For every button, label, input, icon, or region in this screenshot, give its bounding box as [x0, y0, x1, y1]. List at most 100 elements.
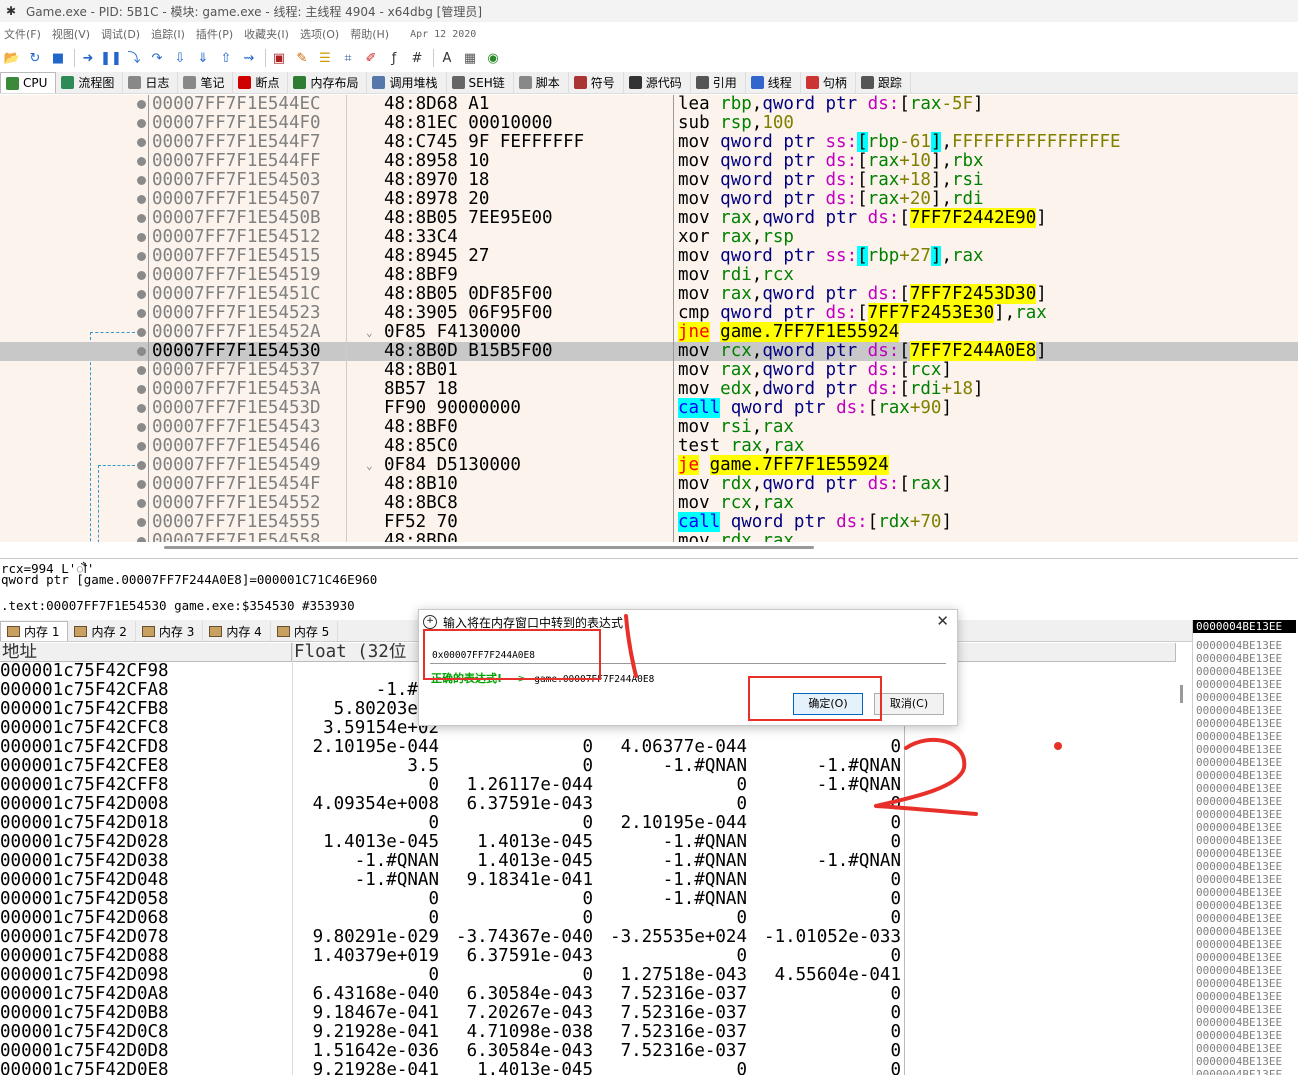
dump-row[interactable]: 000001c75F42D0B8 9.18467e-041 7.20267e-043…	[0, 1004, 1190, 1023]
tab-9[interactable]: 符号	[569, 72, 624, 93]
disasm-row[interactable]: 00007FF7F1E54512 48:33C4 xor rax,rsp	[0, 228, 1298, 247]
stack-row[interactable]: 0000004BE13EE	[1196, 951, 1298, 964]
dump-row[interactable]: 000001c75F42D0E8 9.21928e-041 1.4013e-045 0…	[0, 1061, 1190, 1075]
dump-row[interactable]: 000001c75F42D058 0 0 -1.#QNAN 0	[0, 890, 1190, 909]
stack-row[interactable]: 0000004BE13EE	[1196, 717, 1298, 730]
tab-10[interactable]: 源代码	[624, 72, 691, 93]
breakpoint-icon[interactable]: ▣	[269, 48, 289, 68]
stack-row[interactable]: 0000004BE13EE	[1196, 1042, 1298, 1055]
function-icon[interactable]: ƒ	[384, 48, 404, 68]
stack-row[interactable]: 0000004BE13EE	[1196, 834, 1298, 847]
breakpoint-dot-icon[interactable]	[137, 442, 146, 451]
stack-row[interactable]: 0000004BE13EE	[1196, 730, 1298, 743]
breakpoint-dot-icon[interactable]	[137, 309, 146, 318]
trace-into-icon[interactable]: ⇩	[170, 48, 190, 68]
breakpoint-dot-icon[interactable]	[137, 157, 146, 166]
bookmark-icon[interactable]: ✐	[361, 48, 381, 68]
stack-row[interactable]: 0000004BE13EE	[1196, 808, 1298, 821]
breakpoint-dot-icon[interactable]	[137, 385, 146, 394]
disasm-row[interactable]: 00007FF7F1E54552 48:8BC8 mov rcx,rax	[0, 494, 1298, 513]
breakpoint-dot-icon[interactable]	[137, 480, 146, 489]
dump-row[interactable]: 000001c75F42D0D8 1.51642e-036 6.30584e-043…	[0, 1042, 1190, 1061]
tab-7[interactable]: SEH链	[447, 72, 514, 93]
stack-row[interactable]: 0000004BE13EE	[1196, 1003, 1298, 1016]
tab-1[interactable]: 流程图	[56, 72, 124, 93]
tab-11[interactable]: 引用	[691, 72, 746, 93]
stack-row[interactable]: 0000004BE13EE	[1196, 860, 1298, 873]
execute-till-return-icon[interactable]: ⇧	[216, 48, 236, 68]
breakpoint-dot-icon[interactable]	[137, 176, 146, 185]
disasm-row[interactable]: 00007FF7F1E54523 48:3905 06F95F00 cmp qwor…	[0, 303, 1298, 323]
disasm-row[interactable]: 00007FF7F1E544EC 48:8D68 A1 lea rbp,qword …	[0, 95, 1298, 114]
close-icon[interactable]: ✕	[936, 612, 949, 630]
disasm-row[interactable]: 00007FF7F1E54515 48:8945 27 mov qword ptr …	[0, 246, 1298, 266]
hash-icon[interactable]: #	[407, 48, 427, 68]
breakpoint-dot-icon[interactable]	[137, 328, 146, 337]
breakpoint-dot-icon[interactable]	[137, 214, 146, 223]
dump-row[interactable]: 000001c75F42D078 9.80291e-029 -3.74367e-04…	[0, 928, 1190, 947]
dump-tab-5[interactable]: 内存 5	[271, 621, 339, 641]
stack-row[interactable]: 0000004BE13EE	[1196, 1068, 1298, 1075]
tab-12[interactable]: 线程	[746, 72, 801, 93]
stack-view[interactable]: 0000004BE13EE 0000004BE13EE 0000004BE13EE 0…	[1192, 620, 1298, 1075]
stack-row[interactable]: 0000004BE13EE	[1196, 782, 1298, 795]
dump-row[interactable]: 000001c75F42D018 0 0 2.10195e-044 0	[0, 814, 1190, 833]
disasm-row[interactable]: 00007FF7F1E54507 48:8978 20 mov qword ptr …	[0, 190, 1298, 209]
disasm-row[interactable]: 00007FF7F1E544F7 48:C745 9F FEFFFFFF mov q…	[0, 132, 1298, 152]
breakpoint-dot-icon[interactable]	[137, 119, 146, 128]
tab-0[interactable]: CPU	[0, 72, 57, 93]
dump-vertical-scrollbar[interactable]	[1176, 643, 1190, 1075]
menu-item[interactable]: 帮助(H)	[346, 26, 396, 42]
stack-row[interactable]: 0000004BE13EE	[1196, 743, 1298, 756]
menu-item[interactable]: 追踪(I)	[147, 26, 192, 42]
stack-row[interactable]: 0000004BE13EE	[1196, 678, 1298, 691]
pause-icon[interactable]: ❚❚	[100, 48, 122, 68]
breakpoint-dot-icon[interactable]	[137, 461, 146, 470]
disasm-row[interactable]: 00007FF7F1E54519 48:8BF9 mov rdi,rcx	[0, 266, 1298, 285]
breakpoint-dot-icon[interactable]	[137, 252, 146, 261]
stack-row[interactable]: 0000004BE13EE	[1196, 795, 1298, 808]
open-icon[interactable]: 📂	[2, 48, 22, 68]
dump-row[interactable]: 000001c75F42D008 4.09354e+008 6.37591e-043…	[0, 795, 1190, 814]
stack-row[interactable]: 0000004BE13EE	[1196, 639, 1298, 652]
stack-row[interactable]: 0000004BE13EE	[1196, 847, 1298, 860]
tab-5[interactable]: 内存布局	[288, 72, 368, 93]
disasm-row[interactable]: 00007FF7F1E54530 48:8B0D B15B5F00 mov rcx,…	[0, 341, 1298, 361]
stack-row[interactable]: 0000004BE13EE	[1196, 756, 1298, 769]
disassembly-view[interactable]: 00007FF7F1E544EC 48:8D68 A1 lea rbp,qword …	[0, 95, 1298, 542]
stack-row[interactable]: 0000004BE13EE	[1196, 652, 1298, 665]
stack-row[interactable]: 0000004BE13EE	[1196, 873, 1298, 886]
dump-tab-4[interactable]: 内存 4	[203, 621, 271, 641]
breakpoint-dot-icon[interactable]	[137, 290, 146, 299]
font-icon[interactable]: A	[437, 48, 457, 68]
dump-row[interactable]: 000001c75F42CFE8 3.5 0 -1.#QNAN -1.#QNAN	[0, 757, 1190, 776]
breakpoint-dot-icon[interactable]	[137, 347, 146, 356]
disasm-row[interactable]: 00007FF7F1E54537 48:8B01 mov rax,qword ptr…	[0, 361, 1298, 380]
step-over-icon[interactable]: ↷	[147, 48, 167, 68]
breakpoint-dot-icon[interactable]	[137, 423, 146, 432]
stack-row[interactable]: 0000004BE13EE	[1193, 620, 1296, 633]
tab-6[interactable]: 调用堆栈	[367, 72, 447, 93]
menu-item[interactable]: 调试(D)	[97, 26, 147, 42]
tab-3[interactable]: 笔记	[178, 72, 234, 93]
disasm-row[interactable]: 00007FF7F1E5453D FF90 90000000 call qword …	[0, 398, 1298, 418]
dump-row[interactable]: 000001c75F42D0C8 9.21928e-041 4.71098e-038…	[0, 1023, 1190, 1042]
disasm-row[interactable]: 00007FF7F1E54558 48:8BD0 mov rdx,rax	[0, 532, 1298, 542]
disasm-row[interactable]: 00007FF7F1E5452A ⌄ 0F85 F4130000 jne game.7…	[0, 322, 1298, 342]
breakpoint-dot-icon[interactable]	[137, 499, 146, 508]
tab-14[interactable]: 跟踪	[856, 72, 911, 93]
breakpoint-dot-icon[interactable]	[137, 100, 146, 109]
stack-row[interactable]: 0000004BE13EE	[1196, 665, 1298, 678]
tab-13[interactable]: 句柄	[801, 72, 856, 93]
dump-row[interactable]: 000001c75F42D048 -1.#QNAN 9.18341e-041 -1.#…	[0, 871, 1190, 890]
disasm-row[interactable]: 00007FF7F1E54546 48:85C0 test rax,rax	[0, 437, 1298, 456]
dump-row[interactable]: 000001c75F42D038 -1.#QNAN 1.4013e-045 -1.#Q…	[0, 852, 1190, 871]
stack-row[interactable]: 0000004BE13EE	[1196, 691, 1298, 704]
stack-row[interactable]: 0000004BE13EE	[1196, 1016, 1298, 1029]
menu-item[interactable]: 收藏夹(I)	[240, 26, 296, 42]
calculator-icon[interactable]: ▦	[460, 48, 480, 68]
disasm-row[interactable]: 00007FF7F1E5450B 48:8B05 7EE95E00 mov rax,…	[0, 208, 1298, 228]
dump-row[interactable]: 000001c75F42CFF8 0 1.26117e-044 0 -1.#QNAN	[0, 776, 1190, 795]
dump-tab-3[interactable]: 内存 3	[136, 621, 204, 641]
menu-item[interactable]: 选项(O)	[296, 26, 346, 42]
